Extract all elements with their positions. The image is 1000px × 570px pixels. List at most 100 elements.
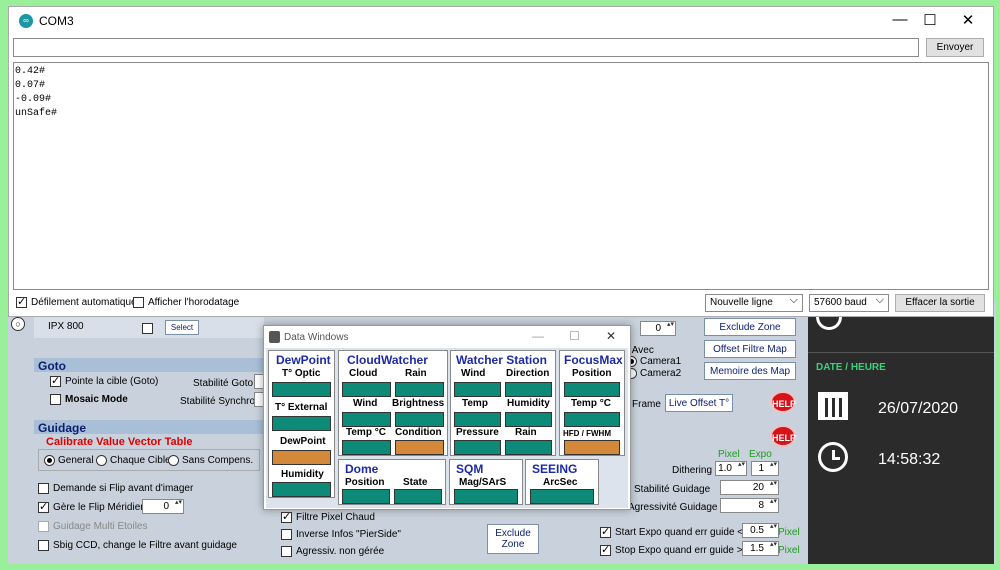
exclude-zone-button-2[interactable]: Exclude Zone [487,524,539,554]
offset-filtre-button[interactable]: Offset Filtre Map [704,340,796,358]
ws-rain-label: Rain [515,427,537,438]
date-heure-title: DATE / HEURE [816,362,886,373]
autoscroll-checkbox[interactable] [16,295,27,308]
output-line: unSafe# [15,108,58,119]
mosaic-checkbox[interactable] [50,394,61,405]
focus-temp-value [564,412,620,427]
agressiv-row: Agressiv. non gérée [281,546,384,557]
pressure-label: Pressure [456,427,499,438]
command-input[interactable] [13,38,919,57]
select-button[interactable]: Select [165,320,199,335]
dither-pixel-spinner[interactable]: 1.0 [715,461,747,476]
ws-temp-value [454,412,501,427]
expo-header: Expo [749,449,772,460]
cloud-value [342,382,391,397]
seeing-panel: SEEING ArcSec [525,459,599,505]
general-radio[interactable] [44,455,55,466]
condition-value [395,440,444,455]
focus-position-value [564,382,620,397]
agressiv-checkbox[interactable] [281,546,292,557]
close-icon[interactable]: ✕ [953,11,983,29]
serial-monitor-window: ∞ COM3 — ☐ ✕ Envoyer 0.42# 0.07# -0.09# … [8,6,994,317]
agress-guidage-label: Agressivité Guidage [628,502,718,513]
maximize-icon[interactable]: ☐ [915,11,945,29]
arduino-icon: ∞ [19,14,33,28]
frame-label: Frame [632,399,661,410]
arcsec-value [530,489,594,504]
chaque-radio-row: Chaque Cible [96,455,171,466]
direction-value [505,382,552,397]
sqm-mag-value [454,489,518,504]
stop-pixel-unit: Pixel [778,545,800,556]
help-icon-1[interactable]: HELP [770,391,796,413]
inverse-checkbox[interactable] [281,529,292,540]
baud-rate-select[interactable]: 57600 baud [809,294,889,312]
clock-hand2-icon [832,457,840,460]
cloud-rain-value [395,382,444,397]
title-bar: ∞ COM3 — ☐ ✕ [9,7,993,35]
line-ending-select[interactable]: Nouvelle ligne [705,294,803,312]
pointe-row: Pointe la cible (Goto) [50,374,159,388]
dw-close-icon[interactable]: ✕ [606,329,616,343]
filtre-pixel-checkbox[interactable] [281,510,292,523]
cloudwatcher-header: CloudWatcher [347,353,428,367]
timestamp-checkbox[interactable] [133,297,144,308]
stop-expo-spinner[interactable]: 1.5 [742,541,779,556]
chaque-label: Chaque Cible [110,455,171,467]
sans-radio[interactable] [168,455,179,466]
live-offset-button[interactable]: Live Offset T° [665,394,733,412]
multi-row: Guidage Multi Etoiles [38,521,148,532]
minimize-icon[interactable]: — [885,11,915,28]
ws-rain-value [505,440,552,455]
pointe-checkbox[interactable] [50,374,61,387]
hfd-label: HFD / FWHM [563,429,611,438]
brightness-value [395,412,444,427]
camera2-row: Camera2 [626,368,681,379]
cloud-label: Cloud [349,368,378,379]
inverse-label: Inverse Infos "PierSide" [296,529,401,541]
arcsec-label: ArcSec [543,477,578,488]
humidity-value [272,482,331,497]
collapse-icon[interactable]: ○ [11,317,25,331]
chaque-radio[interactable] [96,455,107,466]
gere-flip-label: Gère le Flip Méridien [53,502,146,514]
dewpoint-label: DewPoint [280,436,326,447]
gere-flip-checkbox[interactable] [38,500,49,513]
dw-minimize-icon[interactable]: — [532,329,544,343]
focus-temp-label: Temp °C [571,398,611,409]
dw-maximize-icon[interactable]: ☐ [569,329,580,343]
send-button[interactable]: Envoyer [926,38,984,57]
memoire-map-button[interactable]: Memoire des Map [704,362,796,380]
sbig-checkbox[interactable] [38,540,49,551]
flip-label: Demande si Flip avant d'imager [53,483,194,495]
stab-guidage-spinner[interactable]: 20 [720,480,779,495]
clear-output-button[interactable]: Effacer la sortie [895,294,985,312]
gere-flip-spinner[interactable]: 0 [142,499,184,514]
help-icon-2[interactable]: HELP [770,425,796,447]
focusmax-header: FocusMax [564,353,623,367]
dither-expo-spinner[interactable]: 1 [751,461,779,476]
dithering-label: Dithering [672,465,713,476]
panel-divider [808,352,994,353]
pointe-label: Pointe la cible (Goto) [65,376,159,388]
top-spinner[interactable]: 0 [640,321,676,336]
multi-checkbox [38,521,49,532]
hfd-value [564,440,620,455]
pressure-value [454,440,501,455]
flip-checkbox[interactable] [38,483,49,494]
window-title: COM3 [39,14,74,28]
ipx-checkbox[interactable] [142,322,153,334]
camera2-label: Camera2 [640,368,682,380]
sqm-mag-label: Mag/SArS [459,477,507,488]
dome-position-value [342,489,390,504]
stop-expo-checkbox[interactable] [600,543,611,556]
time-value: 14:58:32 [878,451,941,468]
exclude-zone-button[interactable]: Exclude Zone [704,318,796,336]
start-expo-spinner[interactable]: 0.5 [742,523,779,538]
agressiv-label: Agressiv. non gérée [296,546,385,558]
agress-guidage-spinner[interactable]: 8 [720,498,779,513]
serial-output[interactable]: 0.42# 0.07# -0.09# unSafe# [13,62,989,290]
calendar-icon [818,392,848,420]
start-expo-checkbox[interactable] [600,525,611,538]
data-windows-app-icon [269,331,280,343]
